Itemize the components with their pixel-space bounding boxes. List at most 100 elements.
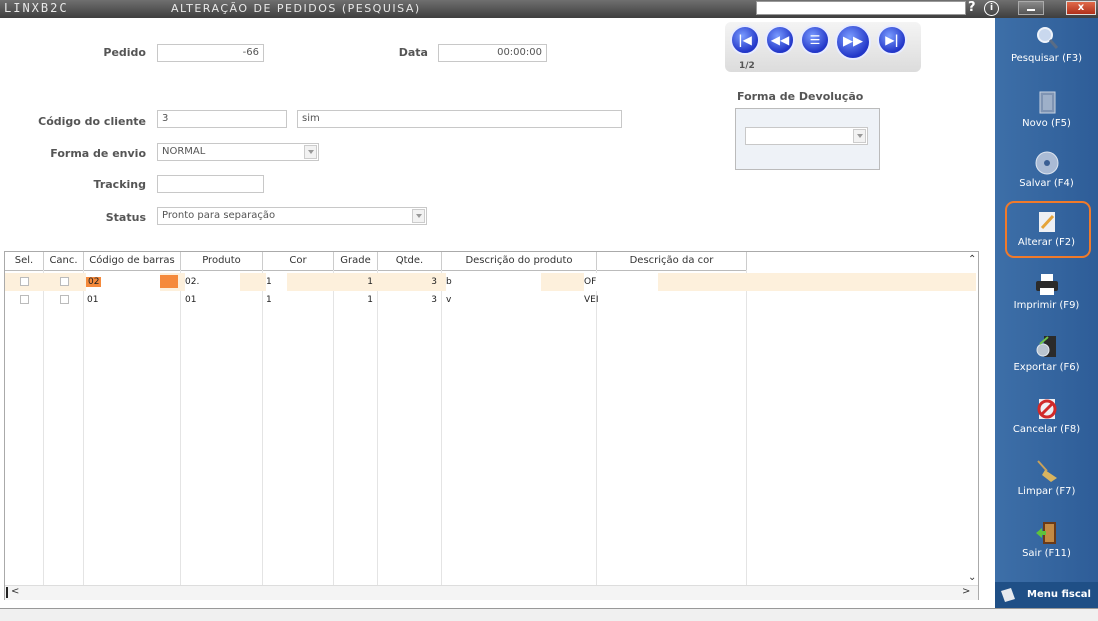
previous-record-button[interactable]: ◀◀ bbox=[765, 25, 795, 55]
column-header-barcode[interactable]: Código de barras bbox=[84, 252, 181, 270]
cancelar-button[interactable]: Cancelar (F8) bbox=[995, 392, 1098, 450]
cor-cell[interactable]: 1 bbox=[266, 291, 287, 309]
first-record-button[interactable]: |◀ bbox=[730, 25, 760, 55]
novo-label: Novo (F5) bbox=[1022, 118, 1071, 129]
list-records-button[interactable]: ☰ bbox=[800, 25, 830, 55]
grade-cell[interactable]: 1 bbox=[335, 291, 373, 309]
descricao-cor-cell[interactable]: OF bbox=[584, 273, 658, 291]
qtde-cell[interactable]: 3 bbox=[405, 273, 437, 291]
chevron-down-icon bbox=[304, 145, 317, 159]
pedido-input[interactable]: -66 bbox=[157, 44, 264, 62]
column-header-descricao-cor[interactable]: Descrição da cor bbox=[597, 252, 747, 270]
table-row[interactable]: 01 01 1 1 3 v VEI bbox=[5, 291, 976, 309]
forma-envio-label: Forma de envio bbox=[50, 147, 146, 160]
select-checkbox[interactable] bbox=[20, 277, 29, 286]
magnifier-icon bbox=[1036, 27, 1058, 49]
column-header-grade[interactable]: Grade bbox=[334, 252, 378, 270]
limpar-button[interactable]: Limpar (F7) bbox=[995, 454, 1098, 512]
forma-devolucao-panel bbox=[735, 108, 880, 170]
minimize-button[interactable] bbox=[1018, 1, 1044, 15]
column-header-cor[interactable]: Cor bbox=[263, 252, 334, 270]
action-sidebar: Pesquisar (F3) Novo (F5) Salvar (F4) Alt… bbox=[995, 18, 1098, 620]
disc-icon bbox=[1035, 151, 1058, 175]
chevron-down-icon bbox=[412, 209, 425, 223]
last-record-button[interactable]: ▶| bbox=[877, 25, 907, 55]
data-label: Data bbox=[398, 46, 428, 59]
pesquisar-button[interactable]: Pesquisar (F3) bbox=[995, 21, 1098, 79]
column-divider bbox=[180, 270, 181, 585]
next-record-button[interactable]: ▶▶ bbox=[835, 24, 871, 60]
info-icon[interactable]: i bbox=[984, 1, 999, 16]
column-divider bbox=[43, 270, 44, 585]
produto-cell[interactable]: 02. bbox=[185, 273, 240, 291]
grade-cell[interactable]: 1 bbox=[335, 273, 373, 291]
scroll-down-icon[interactable]: ⌄ bbox=[968, 572, 976, 583]
column-divider bbox=[262, 270, 263, 585]
imprimir-button[interactable]: Imprimir (F9) bbox=[995, 268, 1098, 326]
novo-button[interactable]: Novo (F5) bbox=[995, 86, 1098, 144]
column-header-produto[interactable]: Produto bbox=[181, 252, 263, 270]
limpar-label: Limpar (F7) bbox=[1017, 486, 1076, 497]
column-header-canc[interactable]: Canc. bbox=[44, 252, 84, 270]
imprimir-label: Imprimir (F9) bbox=[1013, 300, 1080, 311]
cancel-checkbox[interactable] bbox=[60, 277, 69, 286]
horizontal-scrollbar[interactable]: < > bbox=[5, 585, 978, 600]
tracking-input[interactable] bbox=[157, 175, 264, 193]
scroll-left-icon[interactable]: < bbox=[11, 586, 19, 597]
pesquisar-label: Pesquisar (F3) bbox=[1010, 53, 1083, 64]
codigo-cliente-input[interactable]: 3 bbox=[157, 110, 287, 128]
tracking-label: Tracking bbox=[93, 178, 146, 191]
produto-cell[interactable]: 01 bbox=[185, 291, 240, 309]
table-row[interactable]: 02 02. 1 1 3 b OF bbox=[5, 273, 976, 291]
help-icon[interactable]: ? bbox=[968, 0, 976, 15]
cancel-icon bbox=[1037, 399, 1056, 419]
scroll-right-icon[interactable]: > bbox=[962, 586, 970, 597]
column-divider bbox=[441, 270, 442, 585]
exportar-button[interactable]: Exportar (F6) bbox=[995, 330, 1098, 388]
select-checkbox[interactable] bbox=[20, 295, 29, 304]
forma-devolucao-select[interactable] bbox=[745, 127, 868, 145]
active-action-highlight bbox=[1005, 201, 1091, 258]
record-pager: 1/2 bbox=[739, 61, 755, 71]
grid-header: Sel. Canc. Código de barras Produto Cor … bbox=[5, 252, 747, 271]
status-select[interactable]: Pronto para separação bbox=[157, 207, 427, 225]
sair-button[interactable]: Sair (F11) bbox=[995, 516, 1098, 574]
column-header-descricao[interactable]: Descrição do produto bbox=[442, 252, 597, 270]
barcode-cell[interactable]: 02 bbox=[86, 273, 160, 291]
forma-envio-select[interactable]: NORMAL bbox=[157, 143, 319, 161]
scroll-thumb[interactable] bbox=[6, 587, 8, 598]
barcode-edit-marker bbox=[160, 275, 178, 288]
cancel-checkbox[interactable] bbox=[60, 295, 69, 304]
status-label: Status bbox=[105, 211, 146, 224]
exit-door-icon bbox=[1035, 522, 1056, 544]
app-name: LINXB2C bbox=[4, 1, 69, 15]
scroll-up-icon[interactable]: ⌃ bbox=[968, 254, 976, 265]
column-divider bbox=[596, 270, 597, 585]
barcode-cell[interactable]: 01 bbox=[87, 291, 147, 309]
codigo-cliente-label: Código do cliente bbox=[38, 115, 146, 128]
descricao-cell[interactable]: b bbox=[446, 273, 541, 291]
order-items-grid[interactable]: Sel. Canc. Código de barras Produto Cor … bbox=[4, 251, 979, 600]
sair-label: Sair (F11) bbox=[1022, 548, 1071, 559]
column-header-qtde[interactable]: Qtde. bbox=[378, 252, 442, 270]
data-input[interactable]: 00:00:00 bbox=[438, 44, 547, 62]
salvar-label: Salvar (F4) bbox=[1019, 178, 1074, 189]
qtde-cell[interactable]: 3 bbox=[405, 291, 437, 309]
salvar-button[interactable]: Salvar (F4) bbox=[995, 146, 1098, 204]
chevron-down-icon bbox=[853, 129, 866, 143]
fiscal-document-icon bbox=[1001, 588, 1015, 602]
menu-fiscal-button[interactable]: Menu fiscal bbox=[995, 582, 1098, 608]
pedido-label: Pedido bbox=[103, 46, 146, 59]
cor-cell[interactable]: 1 bbox=[266, 273, 287, 291]
cliente-nome-input[interactable]: sim bbox=[297, 110, 622, 128]
cancelar-label: Cancelar (F8) bbox=[1012, 424, 1081, 435]
export-icon bbox=[1036, 336, 1056, 357]
forma-devolucao-label: Forma de Devolução bbox=[737, 90, 864, 103]
quick-search-input[interactable] bbox=[756, 1, 966, 15]
status-bar bbox=[0, 608, 1098, 621]
descricao-cor-cell[interactable]: VEI bbox=[584, 291, 658, 309]
descricao-cell[interactable]: v bbox=[446, 291, 541, 309]
close-button[interactable]: x bbox=[1066, 1, 1096, 15]
column-header-sel[interactable]: Sel. bbox=[5, 252, 44, 270]
column-divider bbox=[377, 270, 378, 585]
